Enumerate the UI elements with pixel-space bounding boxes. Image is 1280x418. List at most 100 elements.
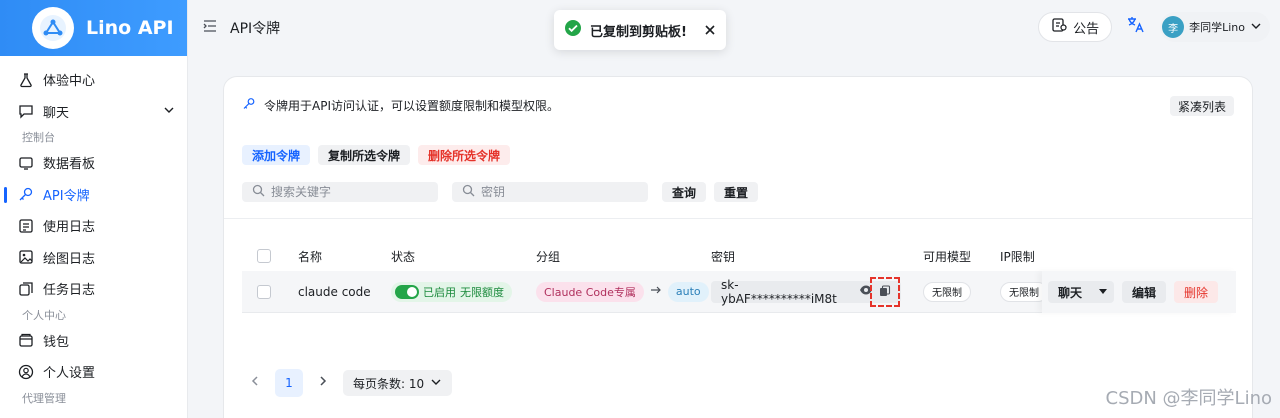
sidebar-item-label: 使用日志 xyxy=(43,220,96,236)
sidebar-item-label: API令牌 xyxy=(43,188,90,204)
models-tag: 无限制 xyxy=(923,281,971,302)
key-icon xyxy=(242,97,256,114)
keyword-search xyxy=(242,182,438,202)
group-target-tag: auto xyxy=(667,281,709,302)
edit-button[interactable]: 编辑 xyxy=(1122,281,1167,303)
sidebar-item-task-log[interactable]: 任务日志 xyxy=(0,273,187,305)
key-search xyxy=(452,182,648,202)
task-icon xyxy=(18,281,34,297)
reset-button[interactable]: 重置 xyxy=(714,182,759,202)
toast-notification: 已复制到剪贴板! xyxy=(554,10,726,50)
flask-icon xyxy=(18,72,34,88)
card-description: 令牌用于API访问认证，可以设置额度限制和模型权限。 xyxy=(242,97,559,114)
toast-message: 已复制到剪贴板! xyxy=(590,24,687,40)
section-console: 控制台 xyxy=(22,131,55,144)
watermark: CSDN @李同学Lino xyxy=(1105,388,1273,409)
filters: 查询 重置 xyxy=(242,182,759,202)
topbar: API令牌 公告 李 李同学Lino xyxy=(188,0,1280,56)
sidebar-item-label: 绘图日志 xyxy=(43,251,96,267)
compact-list-button[interactable]: 紧凑列表 xyxy=(1169,96,1234,116)
sidebar-item-label: 钱包 xyxy=(43,334,70,350)
chat-split-button: 聊天 xyxy=(1048,281,1115,303)
sidebar-item-playground[interactable]: 体验中心 xyxy=(0,64,187,96)
token-actions: 添加令牌 复制所选令牌 删除所选令牌 xyxy=(242,145,511,165)
chat-button[interactable]: 聊天 xyxy=(1048,281,1093,303)
image-icon xyxy=(18,249,34,265)
notice-button[interactable]: 公告 xyxy=(1038,12,1113,42)
search-icon xyxy=(462,184,475,201)
sidebar-item-settings[interactable]: 个人设置 xyxy=(0,356,187,388)
key-icon xyxy=(18,186,34,202)
page-title: API令牌 xyxy=(230,21,281,37)
sidebar-item-label: 体验中心 xyxy=(43,74,96,90)
page-size-label: 每页条数: 10 xyxy=(353,376,425,391)
user-name: 李同学Lino xyxy=(1189,21,1245,34)
brand-title: Lino API xyxy=(86,17,174,39)
key-search-input[interactable] xyxy=(481,185,631,199)
copy-selected-button[interactable]: 复制所选令牌 xyxy=(318,145,411,165)
chevron-down-icon[interactable] xyxy=(163,104,175,120)
notice-icon xyxy=(1051,17,1067,37)
quota-text: 无限额度 xyxy=(460,285,504,299)
caret-down-icon xyxy=(1098,285,1108,299)
user-icon xyxy=(18,364,34,380)
translate-icon[interactable] xyxy=(1126,15,1146,39)
chevron-right-icon[interactable] xyxy=(317,375,329,391)
sidebar-item-label: 数据看板 xyxy=(43,157,96,173)
page-size-select[interactable]: 每页条数: 10 xyxy=(343,370,453,396)
col-ip: IP限制 xyxy=(1000,249,1035,264)
sidebar: Lino API 体验中心 聊天 控制台 数据看板 API令牌 使用日志 绘图日… xyxy=(0,0,188,418)
chat-icon xyxy=(18,103,34,119)
sidebar-item-label: 个人设置 xyxy=(43,366,96,382)
status-text: 已启用 xyxy=(423,285,456,299)
add-token-button[interactable]: 添加令牌 xyxy=(242,145,311,165)
sidebar-item-api-tokens[interactable]: API令牌 xyxy=(0,179,187,211)
chevron-down-icon xyxy=(430,376,442,391)
page-1-button[interactable]: 1 xyxy=(275,369,303,397)
sidebar-item-label: 任务日志 xyxy=(43,283,96,299)
sidebar-item-dashboard[interactable]: 数据看板 xyxy=(0,147,187,179)
row-checkbox[interactable] xyxy=(257,284,271,299)
col-name: 名称 xyxy=(298,249,323,264)
close-icon[interactable] xyxy=(704,21,716,40)
user-menu-button[interactable]: 李 李同学Lino xyxy=(1160,12,1270,42)
sidebar-item-wallet[interactable]: 钱包 xyxy=(0,325,187,357)
sidebar-item-drawing-log[interactable]: 绘图日志 xyxy=(0,242,187,274)
sidebar-item-chat[interactable]: 聊天 xyxy=(0,96,187,128)
notice-label: 公告 xyxy=(1073,21,1100,37)
ip-tag: 无限制 xyxy=(1000,281,1048,302)
copy-icon xyxy=(879,284,891,300)
ip-cell: 无限制 xyxy=(1000,281,1048,302)
log-icon xyxy=(18,218,34,234)
group-tag: Claude Code专属 xyxy=(536,281,644,302)
section-admin: 代理管理 xyxy=(22,391,66,405)
brand[interactable]: Lino API xyxy=(0,0,187,56)
copy-key-button[interactable] xyxy=(870,277,900,307)
status-badge: 已启用 无限额度 xyxy=(391,281,512,302)
query-button[interactable]: 查询 xyxy=(662,182,707,202)
col-key: 密钥 xyxy=(711,249,736,264)
success-icon xyxy=(564,19,582,41)
dashboard-icon xyxy=(18,155,34,171)
wallet-icon xyxy=(18,332,34,348)
chat-dropdown-button[interactable] xyxy=(1092,281,1115,303)
sidebar-item-usage-log[interactable]: 使用日志 xyxy=(0,210,187,242)
keyword-search-input[interactable] xyxy=(271,185,421,199)
delete-button[interactable]: 删除 xyxy=(1174,281,1219,303)
table-row[interactable]: claude code 已启用 无限额度 Claude Code专属 auto … xyxy=(242,271,1236,313)
status-cell: 已启用 无限额度 xyxy=(391,281,512,302)
status-toggle[interactable] xyxy=(395,284,419,299)
chevron-left-icon[interactable] xyxy=(249,375,261,391)
token-name: claude code xyxy=(298,284,371,299)
search-icon xyxy=(252,184,265,201)
sidebar-nav: 体验中心 聊天 控制台 数据看板 API令牌 使用日志 绘图日志 任务日志 个人… xyxy=(0,56,187,408)
avatar: 李 xyxy=(1162,16,1185,38)
select-all-checkbox[interactable] xyxy=(257,249,271,263)
sidebar-item-label: 聊天 xyxy=(43,105,70,121)
group-cell: Claude Code专属 auto xyxy=(536,281,709,302)
card-header: 令牌用于API访问认证，可以设置额度限制和模型权限。 紧凑列表 添加令牌 复制所… xyxy=(224,77,1252,219)
tokens-card: 令牌用于API访问认证，可以设置额度限制和模型权限。 紧凑列表 添加令牌 复制所… xyxy=(223,76,1253,418)
delete-selected-button[interactable]: 删除所选令牌 xyxy=(418,145,511,165)
collapse-sidebar-icon[interactable] xyxy=(202,18,218,38)
table-header: 名称 状态 分组 密钥 可用模型 IP限制 xyxy=(242,241,1236,271)
